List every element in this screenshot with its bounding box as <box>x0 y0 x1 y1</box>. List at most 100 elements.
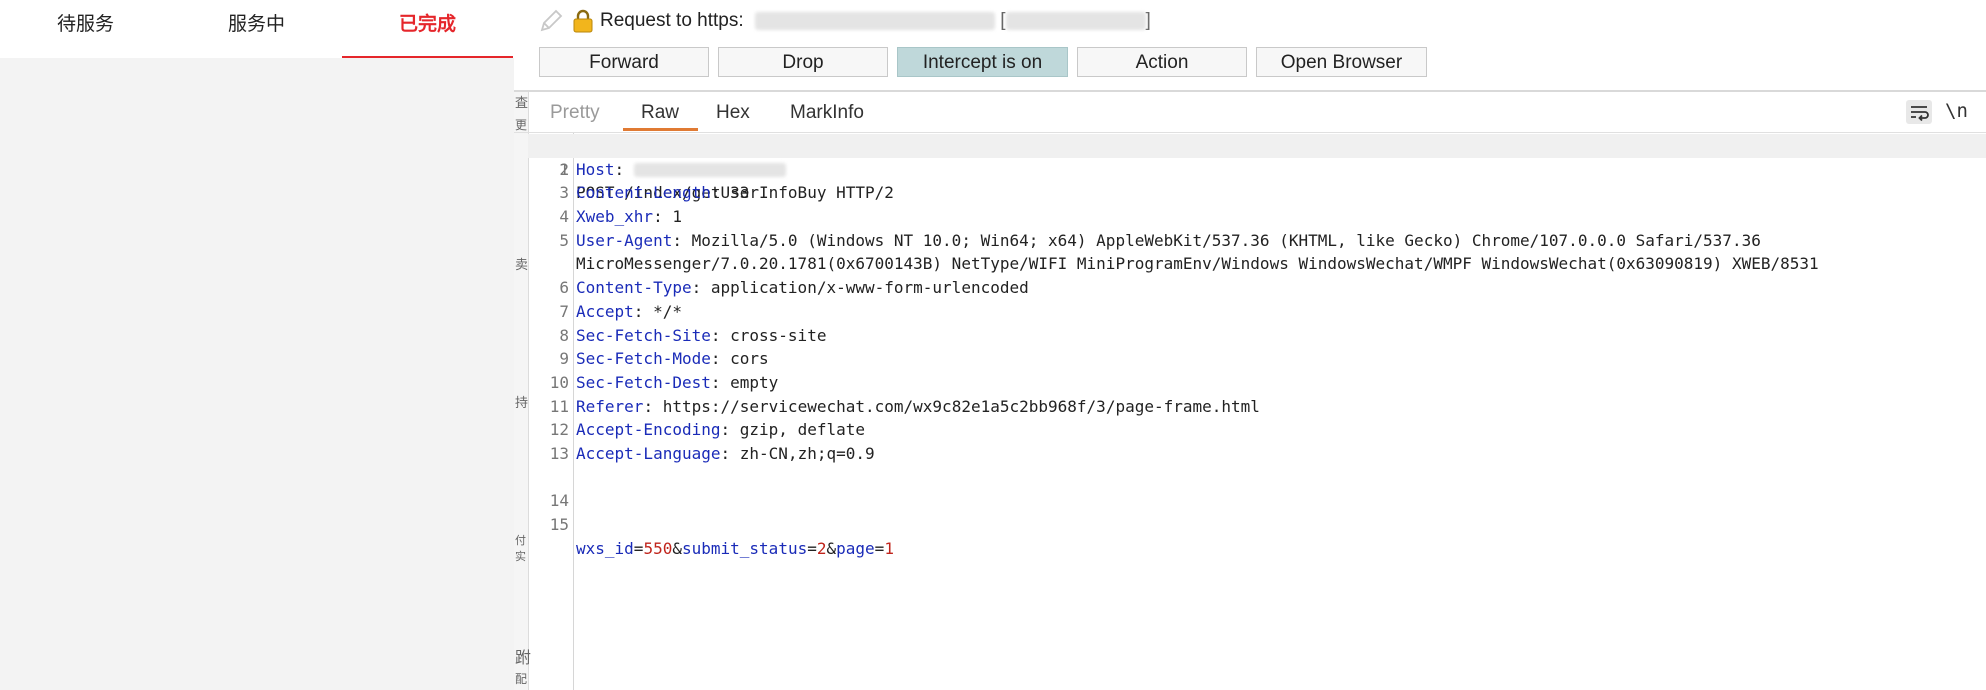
header-text: Sec-Fetch-Site: cross-site <box>576 324 826 348</box>
param-separator: & <box>826 538 837 558</box>
tab-completed[interactable]: 已完成 <box>342 0 513 58</box>
header-value-continued: MicroMessenger/7.0.20.1781(0x6700143B) N… <box>576 254 1819 274</box>
header-line: 12 Accept-Encoding: gzip, deflate <box>528 418 1986 442</box>
miniapp-pane: 待服务 服务中 已完成 <box>0 0 514 690</box>
tab-pending-service[interactable]: 待服务 <box>0 0 171 58</box>
header-key: Accept-Encoding <box>576 420 721 440</box>
header-line: 10 Sec-Fetch-Dest: empty <box>528 371 1986 395</box>
header-text: Referer: https://servicewechat.com/wx9c8… <box>576 395 1260 419</box>
header-line: 6 Content-Type: application/x-www-form-ur… <box>528 276 1986 300</box>
param-value: 2 <box>816 538 827 558</box>
header-value: : 1 <box>653 207 682 227</box>
header-line: 2 Host: <box>528 158 1986 182</box>
header-key: Content-Type <box>576 278 692 298</box>
header-line: 13 Accept-Language: zh-CN,zh;q=0.9 <box>528 442 1986 466</box>
header-value: : empty <box>710 372 779 392</box>
tab-markinfo[interactable]: MarkInfo <box>790 102 864 124</box>
tab-pretty[interactable]: Pretty <box>550 102 600 124</box>
header-key: Accept <box>576 301 634 321</box>
line-number: 3 <box>559 183 569 203</box>
header-line: 9 Sec-Fetch-Mode: cors <box>528 347 1986 371</box>
order-status-tabs: 待服务 服务中 已完成 <box>0 0 514 58</box>
clipped-char: 配 <box>515 672 528 686</box>
param-equals: = <box>633 538 644 558</box>
line-number: 4 <box>559 207 569 227</box>
tab-label: 已完成 <box>398 13 456 35</box>
header-continuation-line: MicroMessenger/7.0.20.1781(0x6700143B) N… <box>528 252 1986 276</box>
line-number: 10 <box>549 372 569 392</box>
param-key: submit_status <box>681 538 808 558</box>
param-equals: = <box>874 538 885 558</box>
request-target-label: Request to https: <box>600 10 744 31</box>
header-key: Referer <box>576 396 644 416</box>
header-key: Sec-Fetch-Mode <box>576 349 711 369</box>
line-number: 11 <box>549 396 569 416</box>
header-line: 4 Xweb_xhr: 1 <box>528 205 1986 229</box>
header-line: 7 Accept: */* <box>528 300 1986 324</box>
message-view-tabs: Pretty Raw Hex MarkInfo <box>514 92 1986 132</box>
open-browser-button[interactable]: Open Browser <box>1256 47 1427 77</box>
header-text: Content-Length: 33 <box>576 181 749 205</box>
redacted-ip-bracket: [ <box>1000 10 1006 31</box>
forward-button[interactable]: Forward <box>539 47 709 77</box>
line-number: 2 <box>559 159 569 179</box>
param-value: 550 <box>643 538 673 558</box>
header-key: Sec-Fetch-Site <box>576 325 711 345</box>
header-line: 5 User-Agent: Mozilla/5.0 (Windows NT 10.… <box>528 229 1986 253</box>
line-number: 5 <box>559 230 569 250</box>
word-wrap-icon[interactable] <box>1906 100 1932 124</box>
request-body-line: 15 wxs_id=550&submit_status=2&page=1 <box>528 489 1986 558</box>
header-key: Content-Length <box>576 183 711 203</box>
editor-top-border <box>514 132 1986 133</box>
redacted-ip-bracket-close: ] <box>1145 10 1151 31</box>
header-line: 11 Referer: https://servicewechat.com/wx9… <box>528 395 1986 419</box>
header-text: Sec-Fetch-Mode: cors <box>576 347 769 371</box>
request-body: wxs_id=550&submit_status=2&page=1 <box>576 537 894 561</box>
tab-in-service[interactable]: 服务中 <box>171 0 342 58</box>
header-value: : Mozilla/5.0 (Windows NT 10.0; Win64; x… <box>672 230 1761 250</box>
line-number: 13 <box>549 443 569 463</box>
header-line: 8 Sec-Fetch-Site: cross-site <box>528 324 1986 348</box>
line-number: 6 <box>559 278 569 298</box>
param-key: wxs_id <box>576 538 634 558</box>
redacted-host-value <box>633 162 786 177</box>
header-key: Accept-Language <box>576 443 721 463</box>
header-key: User-Agent <box>576 230 673 250</box>
tab-raw[interactable]: Raw <box>641 102 679 124</box>
redacted-host <box>754 11 995 30</box>
header-value: : cross-site <box>710 325 827 345</box>
line-number: 9 <box>559 349 569 369</box>
line-number: 7 <box>559 301 569 321</box>
header-line: 3 Content-Length: 33 <box>528 181 1986 205</box>
header-value: : application/x-www-form-urlencoded <box>691 278 1029 298</box>
line-number: 8 <box>559 325 569 345</box>
active-subtab-underline <box>623 128 698 131</box>
param-value: 1 <box>884 538 894 558</box>
redacted-ip <box>1005 11 1146 30</box>
line-number: 15 <box>549 515 569 535</box>
header-value: : gzip, deflate <box>720 420 866 440</box>
header-text: Accept-Language: zh-CN,zh;q=0.9 <box>576 442 875 466</box>
request-target: Request to https: [] <box>538 6 1151 36</box>
request-line: 1 POST /index/getUserInfoBuy HTTP/2 <box>528 134 1986 202</box>
intercept-toggle-button[interactable]: Intercept is on <box>897 47 1068 77</box>
drop-button[interactable]: Drop <box>718 47 888 77</box>
header-text: Sec-Fetch-Dest: empty <box>576 371 778 395</box>
header-text: Host: <box>576 158 786 182</box>
header-value: : 33 <box>710 183 750 203</box>
header-value: : */* <box>633 301 682 321</box>
action-button[interactable]: Action <box>1077 47 1247 77</box>
tab-hex[interactable]: Hex <box>716 102 750 124</box>
tab-label: 服务中 <box>227 13 285 35</box>
param-separator: & <box>672 538 682 558</box>
newline-toggle-icon[interactable]: \n <box>1945 100 1968 122</box>
header-key: Sec-Fetch-Dest <box>576 372 711 392</box>
raw-request-editor[interactable]: 1 POST /index/getUserInfoBuy HTTP/2 2 Hos… <box>528 134 1986 558</box>
header-value: : cors <box>710 349 769 369</box>
header-value: : https://servicewechat.com/wx9c82e1a5c2… <box>643 396 1260 416</box>
clipped-char: 持 <box>515 396 529 411</box>
header-text: Accept-Encoding: gzip, deflate <box>576 418 865 442</box>
pencil-icon[interactable] <box>538 8 564 34</box>
lock-icon <box>573 9 593 33</box>
line-number: 12 <box>549 420 569 440</box>
